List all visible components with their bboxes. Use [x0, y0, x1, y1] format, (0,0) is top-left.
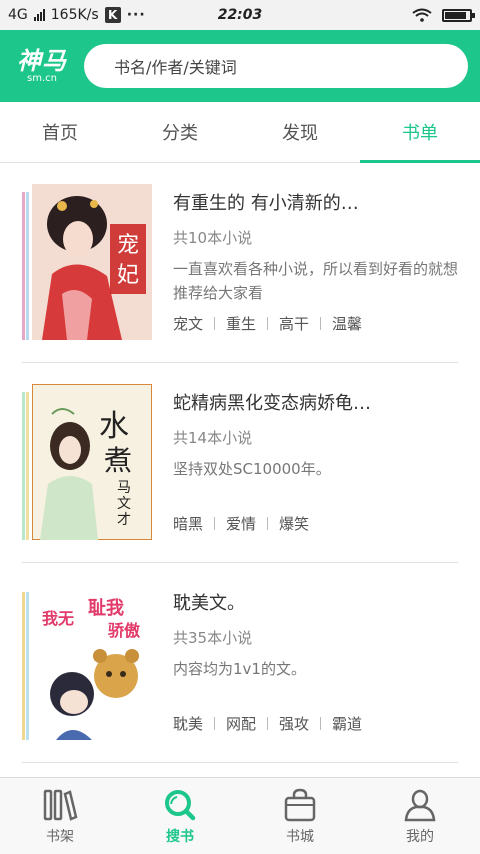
stack-stripe — [26, 392, 29, 540]
search-input[interactable]: 书名/作者/关键词 — [84, 44, 468, 88]
logo-domain: sm.cn — [27, 72, 57, 84]
network-type: 4G — [8, 7, 28, 23]
tag-divider — [267, 717, 269, 730]
app-k-icon: K — [104, 7, 121, 23]
tab-booklist[interactable]: 书单 — [360, 102, 480, 163]
tag[interactable]: 强攻 — [279, 713, 309, 734]
tag[interactable]: 高干 — [279, 313, 309, 334]
booklist-count: 共14本小说 — [173, 429, 253, 447]
wifi-icon — [412, 8, 432, 22]
search-book-icon — [165, 790, 196, 821]
booklist-info: 蛇精病黑化变态病娇龟… 共14本小说 坚持双处SC10000年。 暗黑 爱情 爆… — [173, 384, 458, 534]
booklist-info: 有重生的 有小清新的… 共10本小说 一直喜欢看各种小说，所以看到好看的就想推荐… — [173, 184, 458, 334]
tag-divider — [267, 517, 269, 530]
nav-search-book[interactable]: 搜书 — [120, 778, 240, 854]
tab-home[interactable]: 首页 — [0, 102, 120, 162]
book-cover-image: 宠 妃 — [32, 184, 152, 340]
logo-text: 神马 — [17, 46, 67, 75]
nav-bookstore[interactable]: 书城 — [240, 778, 360, 854]
booklist-card[interactable]: 我无 耻我 骄傲 耽美文。 共35本小说 内容均为1v1的文。 耽美 网配 强攻… — [22, 563, 458, 763]
tag[interactable]: 耽美 — [173, 713, 203, 734]
tab-category[interactable]: 分类 — [120, 102, 240, 162]
tag[interactable]: 网配 — [226, 713, 256, 734]
svg-text:妃: 妃 — [117, 263, 139, 288]
top-tabs: 首页 分类 发现 书单 — [0, 102, 480, 163]
booklist-tags: 暗黑 爱情 爆笑 — [173, 513, 458, 534]
battery-icon — [442, 8, 475, 22]
tag[interactable]: 重生 — [226, 313, 256, 334]
stack-stripe — [26, 192, 29, 340]
svg-text:煮: 煮 — [104, 444, 132, 477]
tag-divider — [214, 717, 216, 730]
tag[interactable]: 宠文 — [173, 313, 203, 334]
tag-divider — [267, 317, 269, 330]
book-cover-image: 水 煮 马 文 才 — [32, 384, 152, 540]
tag-divider — [320, 317, 322, 330]
booklist-tags: 耽美 网配 强攻 霸道 — [173, 713, 458, 734]
profile-icon — [404, 789, 436, 822]
booklist-desc: 一直喜欢看各种小说，所以看到好看的就想推荐给大家看 — [173, 260, 458, 302]
app-header: 神马 sm.cn 书名/作者/关键词 — [0, 30, 480, 102]
nav-label: 我的 — [406, 829, 434, 845]
tag[interactable]: 温馨 — [332, 313, 362, 334]
svg-text:耻我: 耻我 — [88, 597, 124, 619]
booklist-count: 共10本小说 — [173, 229, 253, 247]
more-notifications-icon: ··· — [126, 7, 146, 23]
stack-stripe — [26, 592, 29, 740]
svg-text:文: 文 — [117, 496, 131, 512]
tag-divider — [320, 717, 322, 730]
tag-divider — [214, 517, 216, 530]
booklist-title[interactable]: 耽美文。 — [173, 589, 458, 615]
svg-text:马: 马 — [117, 480, 131, 496]
network-speed: 165K/s — [50, 7, 99, 23]
svg-text:水: 水 — [99, 409, 129, 444]
tab-discover[interactable]: 发现 — [240, 102, 360, 162]
svg-text:我无: 我无 — [42, 609, 74, 628]
book-cover-stack: 我无 耻我 骄傲 — [22, 584, 152, 742]
bookshelf-icon — [43, 789, 78, 821]
search-placeholder: 书名/作者/关键词 — [114, 58, 237, 77]
booklist-card[interactable]: 水 煮 马 文 才 蛇精病黑化变态病娇龟… 共14本小说 坚持双处SC10000… — [22, 363, 458, 563]
nav-label: 书架 — [46, 829, 74, 845]
tag-divider — [214, 317, 216, 330]
bookstore-bag-icon — [284, 788, 316, 822]
nav-bookshelf[interactable]: 书架 — [0, 778, 120, 854]
book-cover-stack: 宠 妃 — [22, 184, 152, 342]
tag[interactable]: 霸道 — [332, 713, 362, 734]
svg-text:宠: 宠 — [117, 233, 139, 258]
stack-stripe — [22, 592, 25, 740]
booklist-info: 耽美文。 共35本小说 内容均为1v1的文。 耽美 网配 强攻 霸道 — [173, 584, 458, 734]
booklist-list: 宠 妃 有重生的 有小清新的… 共10本小说 一直喜欢看各种小说，所以看到好看的… — [0, 163, 480, 763]
nav-profile[interactable]: 我的 — [360, 778, 480, 854]
nav-label: 书城 — [286, 829, 314, 845]
tag[interactable]: 爱情 — [226, 513, 256, 534]
tag[interactable]: 爆笑 — [279, 513, 309, 534]
booklist-card[interactable]: 宠 妃 有重生的 有小清新的… 共10本小说 一直喜欢看各种小说，所以看到好看的… — [22, 163, 458, 363]
tag[interactable]: 暗黑 — [173, 513, 203, 534]
svg-text:才: 才 — [117, 512, 131, 528]
svg-text:骄傲: 骄傲 — [108, 621, 141, 640]
booklist-desc: 坚持双处SC10000年。 — [173, 460, 331, 478]
book-cover-stack: 水 煮 马 文 才 — [22, 384, 152, 542]
stack-stripe — [22, 192, 25, 340]
shenma-logo[interactable]: 神马 sm.cn — [10, 49, 74, 84]
nav-label: 搜书 — [166, 829, 194, 845]
booklist-count: 共35本小说 — [173, 629, 253, 647]
booklist-desc: 内容均为1v1的文。 — [173, 660, 306, 678]
book-cover-image: 我无 耻我 骄傲 — [32, 584, 152, 740]
booklist-tags: 宠文 重生 高干 温馨 — [173, 313, 458, 334]
stack-stripe — [22, 392, 25, 540]
booklist-title[interactable]: 蛇精病黑化变态病娇龟… — [173, 389, 458, 415]
booklist-title[interactable]: 有重生的 有小清新的… — [173, 189, 458, 215]
signal-icon — [33, 9, 45, 21]
status-bar: 4G 165K/s K ··· 22:03 — [0, 0, 480, 30]
bottom-nav: 书架 搜书 书城 我的 — [0, 777, 480, 854]
